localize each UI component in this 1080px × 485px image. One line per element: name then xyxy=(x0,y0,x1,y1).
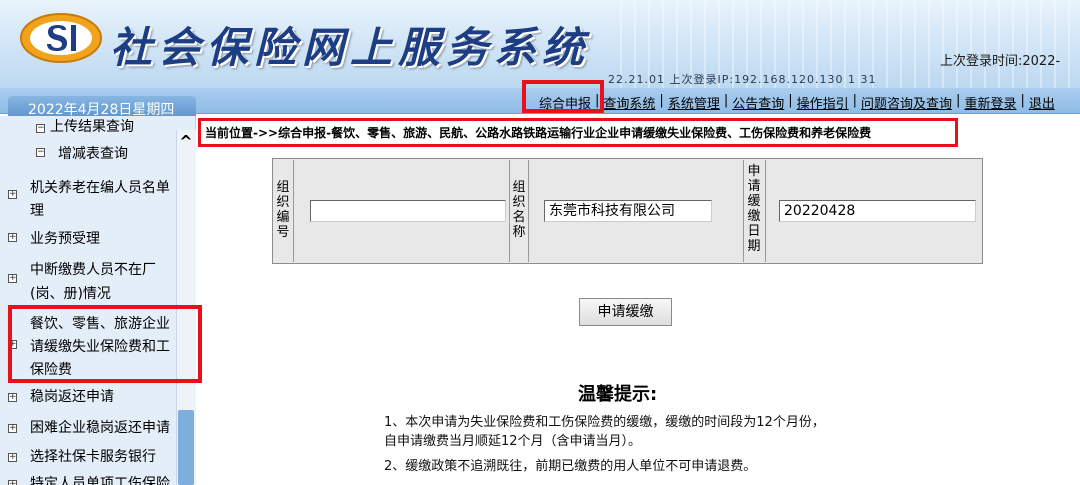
sidebar-item-org-pension-line1[interactable]: 机关养老在编人员名单 xyxy=(30,177,170,197)
org-code-label: 组织编号 xyxy=(276,180,290,240)
collapse-icon[interactable]: − xyxy=(36,148,45,157)
sidebar-item-interrupted-line1[interactable]: 中断缴费人员不在厂 xyxy=(30,259,156,279)
sidebar-item-interrupted-line2[interactable]: (岗、册)情况 xyxy=(30,283,111,303)
sidebar-item-special-injury[interactable]: 特定人员单项工伤保险 xyxy=(30,473,170,485)
sidebar-item-pre-acceptance[interactable]: 业务预受理 xyxy=(30,228,100,248)
scrollbar-thumb[interactable] xyxy=(178,410,194,485)
expand-icon[interactable]: + xyxy=(8,274,17,283)
nav-operation-guide[interactable]: 操作指引 xyxy=(793,93,853,112)
apply-date-label: 申请缓缴日期 xyxy=(747,164,761,254)
breadcrumb: 当前位置->>综合申报-餐饮、零售、旅游、民航、公路水路铁路运输行业企业申请缓缴… xyxy=(205,126,872,140)
last-login-time: 上次登录时间:2022- xyxy=(940,54,1061,69)
org-code-input[interactable] xyxy=(310,200,506,222)
sidebar-item-stable-job-refund[interactable]: 稳岗返还申请 xyxy=(30,386,114,406)
sidebar-item-change-query[interactable]: 增减表查询 xyxy=(58,143,128,163)
notice-line-3: 2、缓缴政策不追溯既往，前期已缴费的用人单位不可申请退费。 xyxy=(384,459,757,474)
expand-icon[interactable]: + xyxy=(8,233,17,242)
nav-system-management[interactable]: 系统管理 xyxy=(664,93,724,112)
table-divider xyxy=(743,160,744,262)
org-name-input[interactable]: 东莞市科技有限公司 xyxy=(544,200,712,222)
nav-announcement-query[interactable]: 公告查询 xyxy=(728,93,788,112)
sidebar-highlight-box xyxy=(8,305,202,383)
sidebar-item-difficult-refund[interactable]: 困难企业稳岗返还申请 xyxy=(30,417,170,437)
apply-deferral-button[interactable]: 申请缓缴 xyxy=(579,298,672,326)
nav-logout[interactable]: 退出 xyxy=(1025,93,1059,112)
notice-title: 温馨提示: xyxy=(578,384,658,405)
apply-date-input[interactable]: 20220428 xyxy=(779,200,976,222)
expand-icon[interactable]: + xyxy=(8,190,17,199)
table-divider xyxy=(528,160,529,262)
sidebar-item-org-pension-line2[interactable]: 理 xyxy=(30,200,44,220)
expand-icon[interactable]: + xyxy=(8,453,17,462)
table-divider xyxy=(293,160,294,262)
login-info: 22.21.01 上次登录IP:192.168.120.130 1 31 xyxy=(608,73,877,86)
sidebar-item-select-bank[interactable]: 选择社保卡服务银行 xyxy=(30,446,156,466)
notice-line-1: 1、本次申请为失业保险费和工伤保险费的缓缴，缓缴的时间段为12个月份， xyxy=(384,415,825,430)
chevron-up-icon[interactable]: ^ xyxy=(176,132,196,152)
nav-highlight-box xyxy=(522,80,604,113)
org-name-label: 组织名称 xyxy=(512,180,526,240)
nav-query-system[interactable]: 查询系统 xyxy=(599,93,659,112)
notice-line-2: 自申请缴费当月顺延12个月（含申请当月）。 xyxy=(384,434,642,449)
sidebar-item-upload-result[interactable]: 上传结果查询 xyxy=(50,116,134,136)
collapse-icon[interactable]: − xyxy=(36,124,45,133)
nav-relogin[interactable]: 重新登录 xyxy=(960,93,1020,112)
nav-faq-query[interactable]: 问题咨询及查询 xyxy=(857,93,956,112)
header-banner: 社会保险网上服务系统 22.21.01 上次登录IP:192.168.120.1… xyxy=(0,0,1080,88)
si-logo-icon xyxy=(20,13,102,63)
top-nav-menu: 综合申报 | 查询系统 | 系统管理 | 公告查询 | 操作指引 | 问题咨询及查询 | 重… xyxy=(535,93,1059,112)
expand-icon[interactable]: + xyxy=(8,424,17,433)
app-title: 社会保险网上服务系统 xyxy=(110,23,591,72)
expand-icon[interactable]: + xyxy=(8,480,17,485)
table-divider xyxy=(765,160,766,262)
expand-icon[interactable]: + xyxy=(8,393,17,402)
